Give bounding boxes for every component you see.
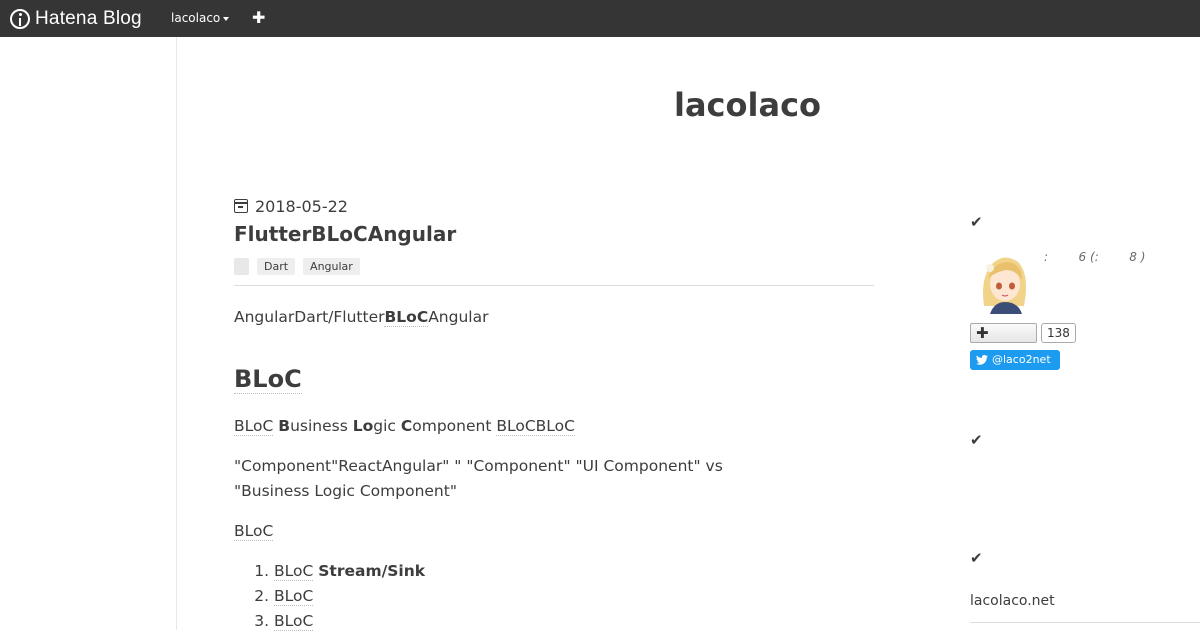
- entry-header-divider: [234, 285, 874, 286]
- list-item: BLoC: [274, 584, 874, 609]
- check-icon: ✔: [970, 549, 983, 567]
- user-menu[interactable]: lacolaco: [171, 11, 230, 25]
- tag-placeholder: [234, 258, 249, 275]
- follower-count: 138: [1041, 323, 1076, 343]
- list-item: BLoC Stream/Sink: [274, 559, 874, 584]
- lo-rest: gic: [373, 417, 401, 435]
- b-rest: usiness: [290, 417, 353, 435]
- profile-stats: : 6 (: 8 ): [1044, 250, 1146, 264]
- component-paragraph: "Component"ReactAngular" " "Component" "…: [234, 457, 723, 500]
- blog-title[interactable]: lacolaco: [600, 86, 895, 124]
- bloc-paragraph: BLoC: [234, 519, 874, 544]
- entry-date[interactable]: 2018-05-22: [255, 197, 348, 216]
- list-item-bold: Stream/Sink: [318, 562, 426, 580]
- keyword-blocbloc[interactable]: BLoCBLoC: [496, 417, 575, 436]
- add-entry-button[interactable]: ✚: [252, 10, 265, 26]
- definition-paragraph: BLoC Business Logic Component BLoCBLoC: [234, 414, 874, 439]
- top-bar: Hatena Blog lacolaco ✚: [0, 0, 1200, 37]
- twitter-icon: [976, 355, 988, 365]
- user-name: lacolaco: [171, 11, 221, 25]
- section-heading[interactable]: BLoC: [234, 365, 302, 394]
- list-item-keyword[interactable]: BLoC: [274, 562, 314, 581]
- twitter-handle: @laco2net: [992, 353, 1051, 366]
- check-icon: ✔: [970, 213, 983, 231]
- list-item-keyword[interactable]: BLoC: [274, 587, 314, 606]
- sidebar-divider: [970, 622, 1200, 623]
- lo-letters: Lo: [352, 417, 374, 435]
- reader-follow-button[interactable]: ✚: [970, 323, 1037, 343]
- check-icon: ✔: [970, 431, 983, 449]
- calendar-icon: [234, 199, 248, 213]
- intro-suffix: Angular: [428, 308, 489, 326]
- b-letter: B: [278, 417, 291, 435]
- intro-paragraph: AngularDart/FlutterBLoCAngular: [234, 305, 874, 330]
- tag-angular[interactable]: Angular: [303, 258, 360, 275]
- left-divider: [176, 37, 177, 630]
- entry-date-row: 2018-05-22: [234, 196, 874, 216]
- hatena-logo-icon: [10, 8, 30, 29]
- keyword-bloc[interactable]: BLoC: [234, 417, 274, 436]
- avatar-image: [970, 248, 1036, 314]
- bloc-rules-list: BLoC Stream/Sink BLoC BLoC: [234, 559, 874, 634]
- c-rest: omponent: [412, 417, 492, 435]
- twitter-follow-button[interactable]: @laco2net: [970, 350, 1060, 370]
- tag-dart[interactable]: Dart: [257, 258, 296, 275]
- c-letter: C: [400, 417, 413, 435]
- entry-title[interactable]: FlutterBLoCAngular: [234, 222, 874, 246]
- entry-tags: Dart Angular: [234, 258, 874, 275]
- keyword-bloc-2[interactable]: BLoC: [234, 522, 274, 541]
- intro-prefix: AngularDart/Flutter: [234, 308, 385, 326]
- list-item: BLoC: [274, 609, 874, 634]
- list-item-keyword[interactable]: BLoC: [274, 612, 314, 631]
- sidebar-link-lacolaco-net[interactable]: lacolaco.net: [970, 593, 1055, 609]
- caret-down-icon: [223, 16, 230, 21]
- hatena-blog-logo[interactable]: Hatena Blog: [10, 7, 142, 30]
- intro-keyword[interactable]: BLoC: [384, 308, 429, 327]
- avatar[interactable]: [970, 248, 1036, 314]
- article: 2018-05-22 FlutterBLoCAngular Dart Angul…: [234, 196, 874, 634]
- brand-text: Hatena Blog: [35, 7, 142, 29]
